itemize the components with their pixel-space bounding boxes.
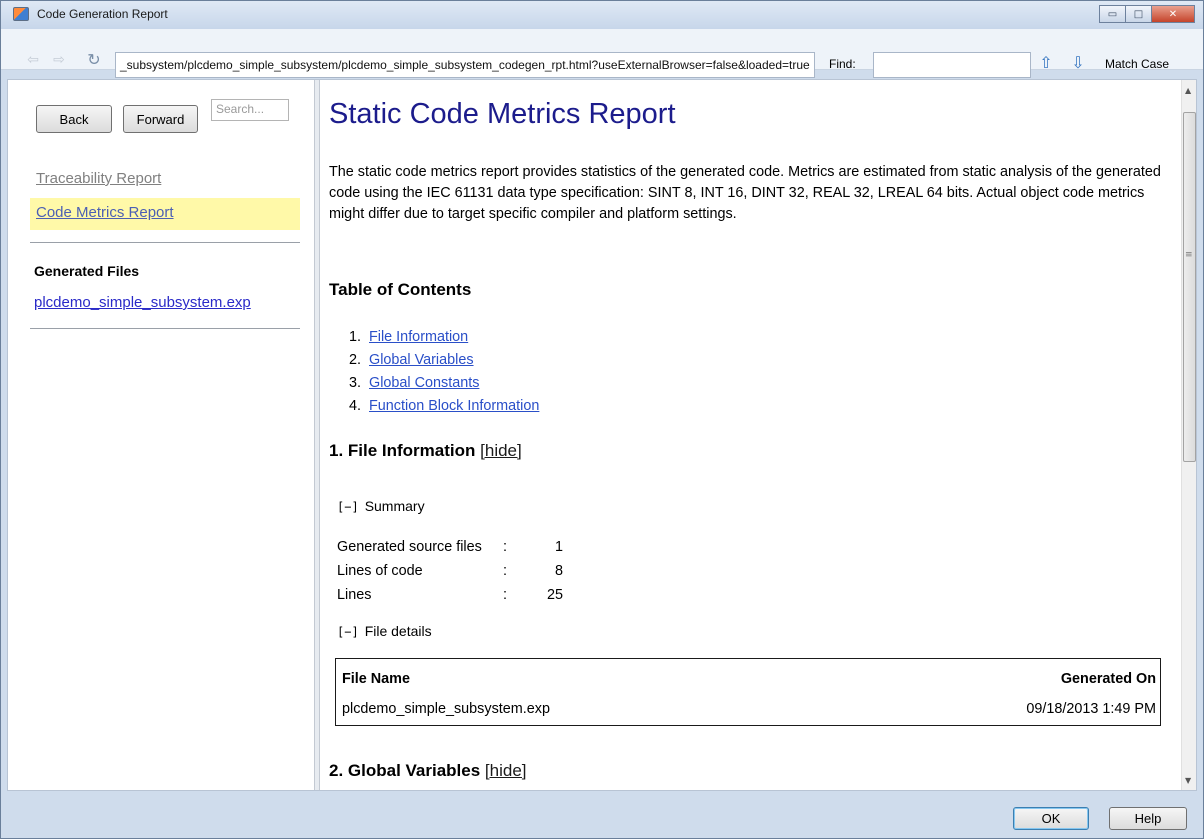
find-input[interactable] (873, 52, 1031, 78)
file-details-label: File details (364, 623, 432, 639)
hide-link[interactable]: [hide] (480, 441, 522, 460)
pane-splitter[interactable] (314, 80, 320, 790)
generated-files-heading: Generated Files (34, 263, 140, 279)
refresh-icon[interactable]: ↻ (85, 51, 103, 69)
report-window: Code Generation Report ▭ □ ✕ ⇦ ⇨ ↻ _subs… (0, 0, 1204, 839)
generated-on-cell: 09/18/2013 1:49 PM (1026, 701, 1156, 717)
summary-value: 1 (554, 539, 563, 555)
ok-button[interactable]: OK (1013, 807, 1089, 830)
collapse-icon[interactable]: [−] (337, 625, 359, 639)
section-title: 2. Global Variables (329, 761, 481, 780)
app-icon (13, 7, 29, 21)
toc-item: 2. Global Variables (349, 349, 539, 372)
report-title: Static Code Metrics Report (329, 98, 676, 130)
sidebar-divider (30, 242, 300, 243)
toc-number: 4. (349, 398, 362, 414)
back-button[interactable]: Back (36, 105, 112, 133)
summary-colon: : (503, 539, 507, 555)
sidebar-item-code-metrics-report[interactable]: Code Metrics Report (30, 198, 300, 230)
file-details-table: File Name Generated On plcdemo_simple_su… (335, 658, 1161, 726)
file-details-toggle[interactable]: [−] File details (337, 623, 432, 639)
summary-label-cell: Lines (337, 587, 372, 603)
toc-link-global-variables[interactable]: Global Variables (369, 352, 474, 368)
match-case-option[interactable]: Match Case (1105, 57, 1169, 71)
summary-colon: : (503, 563, 507, 579)
find-previous-icon[interactable]: ⇧ (1037, 53, 1055, 73)
minimize-button[interactable]: ▭ (1099, 5, 1126, 23)
section-global-variables-heading: 2. Global Variables [hide] (329, 761, 527, 781)
toc-number: 3. (349, 375, 362, 391)
sidebar-item-traceability-report[interactable]: Traceability Report (30, 164, 300, 196)
find-label: Find: (829, 57, 856, 71)
toc-number: 2. (349, 352, 362, 368)
help-button[interactable]: Help (1109, 807, 1187, 830)
toc-number: 1. (349, 329, 362, 345)
toc-item: 3. Global Constants (349, 372, 539, 395)
collapse-icon[interactable]: [−] (337, 500, 359, 514)
window-title: Code Generation Report (37, 7, 168, 21)
report-content: Back Forward Search... Traceability Repo… (7, 79, 1197, 791)
section-file-information-heading: 1. File Information [hide] (329, 441, 522, 461)
report-body: Static Code Metrics Report The static co… (321, 80, 1181, 790)
toc-link-function-block-information[interactable]: Function Block Information (369, 398, 539, 414)
window-controls: ▭ □ ✕ (1099, 5, 1195, 23)
maximize-button[interactable]: □ (1125, 5, 1152, 23)
summary-row: Generated source files : 1 (337, 539, 563, 563)
section-title: 1. File Information (329, 441, 476, 460)
summary-label: Summary (364, 498, 425, 514)
summary-table: Generated source files : 1 Lines of code… (337, 539, 563, 611)
scroll-thumb[interactable] (1183, 112, 1196, 462)
url-field[interactable]: _subsystem/plcdemo_simple_subsystem/plcd… (115, 52, 815, 78)
search-input[interactable]: Search... (211, 99, 289, 121)
hide-link[interactable]: [hide] (485, 761, 527, 780)
summary-colon: : (503, 587, 507, 603)
sidebar: Back Forward Search... Traceability Repo… (8, 80, 314, 790)
summary-label-cell: Generated source files (337, 539, 482, 555)
toc-link-global-constants[interactable]: Global Constants (369, 375, 479, 391)
toc-item: 4. Function Block Information (349, 395, 539, 418)
summary-row: Lines of code : 8 (337, 563, 563, 587)
back-arrow-icon[interactable]: ⇦ (25, 52, 41, 68)
file-name-cell: plcdemo_simple_subsystem.exp (342, 701, 550, 717)
close-button[interactable]: ✕ (1151, 5, 1195, 23)
scroll-grip-icon: ≡ (1185, 250, 1193, 260)
forward-arrow-icon[interactable]: ⇨ (51, 52, 67, 68)
summary-row: Lines : 25 (337, 587, 563, 611)
generated-on-header: Generated On (1060, 671, 1156, 687)
toc-item: 1. File Information (349, 326, 539, 349)
scroll-down-icon[interactable]: ▼ (1185, 776, 1191, 785)
title-bar: Code Generation Report ▭ □ ✕ (1, 1, 1203, 29)
scroll-up-icon[interactable]: ▲ (1185, 86, 1191, 95)
summary-label-cell: Lines of code (337, 563, 423, 579)
forward-button[interactable]: Forward (123, 105, 198, 133)
sidebar-divider (30, 328, 300, 329)
toc-heading: Table of Contents (329, 280, 472, 299)
summary-value: 25 (546, 587, 563, 603)
vertical-scrollbar[interactable]: ▲ ≡ ▼ (1181, 80, 1196, 790)
report-intro: The static code metrics report provides … (329, 164, 1161, 222)
generated-file-link[interactable]: plcdemo_simple_subsystem.exp (34, 294, 251, 311)
find-next-icon[interactable]: ⇩ (1069, 53, 1087, 73)
address-toolbar: ⇦ ⇨ ↻ _subsystem/plcdemo_simple_subsyste… (1, 29, 1203, 78)
summary-toggle[interactable]: [−] Summary (337, 498, 425, 514)
file-name-header: File Name (342, 671, 410, 687)
toc-list: 1. File Information 2. Global Variables 3.… (349, 326, 539, 418)
toc-link-file-information[interactable]: File Information (369, 329, 468, 345)
summary-value: 8 (554, 563, 563, 579)
